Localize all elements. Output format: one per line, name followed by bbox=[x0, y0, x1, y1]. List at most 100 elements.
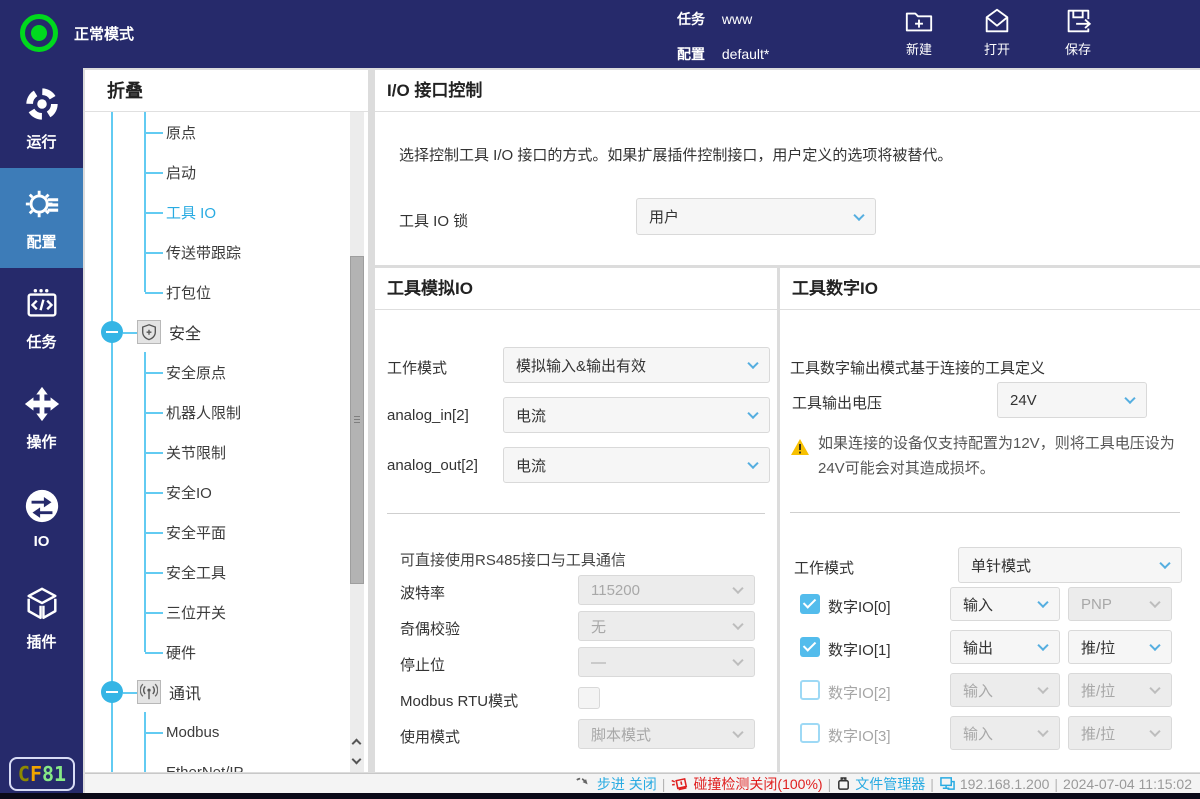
io-swap-icon bbox=[23, 487, 61, 525]
tool-io-lock-label: 工具 IO 锁 bbox=[399, 210, 468, 231]
nav-item-config-label: 配置 bbox=[26, 231, 56, 252]
section-divider bbox=[387, 513, 765, 514]
open-button-label: 打开 bbox=[966, 39, 1028, 58]
tree-group-safety[interactable]: 安全 bbox=[85, 312, 368, 352]
tree-item-joint-limits[interactable]: 关节限制 bbox=[85, 432, 368, 472]
file-manager-link[interactable]: 文件管理器 bbox=[836, 774, 925, 794]
tree-item-safety-planes[interactable]: 安全平面 bbox=[85, 512, 368, 552]
tree-item-origin[interactable]: 原点 bbox=[85, 112, 368, 152]
work-mode-select[interactable]: 模拟输入&输出有效 bbox=[503, 347, 770, 383]
digital-io-1-direction-select[interactable]: 输出 bbox=[950, 630, 1060, 664]
chevron-down-icon bbox=[747, 408, 758, 419]
chevron-down-icon bbox=[732, 583, 743, 594]
save-button[interactable]: 保存 bbox=[1047, 6, 1109, 64]
chevron-up-icon bbox=[352, 739, 362, 749]
step-mode-status[interactable]: 步进 关闭 bbox=[575, 774, 657, 794]
tree-group-communication[interactable]: 通讯 bbox=[85, 672, 368, 712]
shield-icon bbox=[137, 320, 161, 344]
chevron-down-icon bbox=[853, 209, 864, 220]
chevron-down-icon bbox=[732, 655, 743, 666]
digital-work-mode-label: 工作模式 bbox=[794, 557, 854, 578]
chevron-down-icon bbox=[1037, 683, 1048, 694]
digital-io-1-type-select[interactable]: 推/拉 bbox=[1068, 630, 1172, 664]
digital-io-1-label: 数字IO[1] bbox=[828, 639, 891, 660]
digital-io-0-direction-select[interactable]: 输入 bbox=[950, 587, 1060, 621]
digital-io-3-type-select: 推/拉 bbox=[1068, 716, 1172, 750]
new-button[interactable]: 新建 bbox=[888, 6, 950, 64]
tree-item-startup[interactable]: 启动 bbox=[85, 152, 368, 192]
chevron-down-icon bbox=[1037, 640, 1048, 651]
digital-io-3-checkbox[interactable] bbox=[800, 723, 820, 743]
top-bar: 正常模式 任务 www 配置 default* 新建 打开 保存 bbox=[0, 0, 1200, 68]
tool-voltage-select[interactable]: 24V bbox=[997, 382, 1147, 418]
collision-detect-status[interactable]: 碰撞检测关闭(100%) bbox=[670, 774, 822, 794]
task-value: www bbox=[722, 11, 752, 27]
digital-io-2-type-select: 推/拉 bbox=[1068, 673, 1172, 707]
main-nav-sidebar: 运行 配置 任务 操作 IO bbox=[0, 68, 83, 799]
mode-label: 正常模式 bbox=[74, 23, 134, 44]
nav-item-io-label: IO bbox=[34, 533, 50, 550]
nav-item-run-label: 运行 bbox=[26, 131, 56, 152]
nav-item-plugin[interactable]: 插件 bbox=[0, 568, 83, 668]
digital-io-title: 工具数字IO bbox=[780, 268, 1200, 310]
baud-rate-select: 115200 bbox=[578, 575, 755, 605]
task-label: 任务 bbox=[677, 11, 705, 27]
tree-item-safety-io[interactable]: 安全IO bbox=[85, 472, 368, 512]
modbus-rtu-checkbox[interactable] bbox=[578, 687, 600, 709]
plugin-cube-icon bbox=[23, 585, 61, 623]
tree-item-modbus[interactable]: Modbus bbox=[85, 712, 368, 752]
nav-item-run[interactable]: 运行 bbox=[0, 68, 83, 168]
digital-io-0-type-select: PNP bbox=[1068, 587, 1172, 621]
io-control-title: I/O 接口控制 bbox=[375, 70, 1200, 112]
collapse-toggle-icon[interactable] bbox=[101, 321, 123, 343]
scroll-down-button[interactable] bbox=[350, 752, 364, 772]
tree-item-safety-tool[interactable]: 安全工具 bbox=[85, 552, 368, 592]
digital-io-1-checkbox[interactable] bbox=[800, 637, 820, 657]
nav-item-operate[interactable]: 操作 bbox=[0, 368, 83, 468]
analog-io-title: 工具模拟IO bbox=[375, 268, 777, 310]
network-status[interactable]: 192.168.1.200 bbox=[939, 776, 1050, 792]
digital-io-0-checkbox[interactable] bbox=[800, 594, 820, 614]
collapse-header[interactable]: 折叠 bbox=[85, 70, 368, 112]
chevron-down-icon bbox=[1149, 640, 1160, 651]
tree-scrollbar-thumb[interactable] bbox=[350, 256, 364, 584]
tree-item-robot-limits[interactable]: 机器人限制 bbox=[85, 392, 368, 432]
section-divider bbox=[790, 512, 1180, 513]
tree-item-packing[interactable]: 打包位 bbox=[85, 272, 368, 312]
tree-item-safety-home[interactable]: 安全原点 bbox=[85, 352, 368, 392]
digital-io-note: 工具数字输出模式基于连接的工具定义 bbox=[790, 357, 1045, 378]
analog-in-select[interactable]: 电流 bbox=[503, 397, 770, 433]
open-button[interactable]: 打开 bbox=[966, 6, 1028, 64]
tree-scrollbar-track[interactable] bbox=[350, 112, 364, 732]
status-bar: 步进 关闭 | 碰撞检测关闭(100%) | 文件管理器 | 192.168.1… bbox=[85, 773, 1200, 793]
tree-item-conveyor[interactable]: 传送带跟踪 bbox=[85, 232, 368, 272]
digital-io-2-checkbox[interactable] bbox=[800, 680, 820, 700]
tree-item-ethernet-ip[interactable]: EtherNet/IP bbox=[85, 752, 368, 772]
chevron-down-icon bbox=[1037, 726, 1048, 737]
digital-work-mode-select[interactable]: 单针模式 bbox=[958, 547, 1182, 583]
tool-io-lock-select[interactable]: 用户 bbox=[636, 198, 876, 235]
digital-io-2-label: 数字IO[2] bbox=[828, 682, 891, 703]
nav-item-io[interactable]: IO bbox=[0, 468, 83, 568]
new-button-label: 新建 bbox=[888, 39, 950, 58]
tree-item-three-position[interactable]: 三位开关 bbox=[85, 592, 368, 632]
ip-address: 192.168.1.200 bbox=[960, 776, 1050, 792]
config-gear-icon bbox=[23, 185, 61, 223]
chevron-down-icon bbox=[1149, 597, 1160, 608]
analog-out-select[interactable]: 电流 bbox=[503, 447, 770, 483]
tree-item-tool-io[interactable]: 工具 IO bbox=[85, 192, 368, 232]
analog-out-label: analog_out[2] bbox=[387, 457, 478, 474]
tool-voltage-label: 工具输出电压 bbox=[792, 392, 882, 413]
tree-item-hardware[interactable]: 硬件 bbox=[85, 632, 368, 672]
analog-in-label: analog_in[2] bbox=[387, 407, 469, 424]
nav-item-config[interactable]: 配置 bbox=[0, 168, 83, 268]
digital-io-3-direction-select: 输入 bbox=[950, 716, 1060, 750]
config-label: 配置 bbox=[677, 46, 705, 62]
chevron-down-icon bbox=[352, 755, 362, 765]
scroll-up-button[interactable] bbox=[350, 732, 364, 752]
voltage-warning-text: 如果连接的设备仅支持配置为12V，则将工具电压设为24V可能会对其造成损坏。 bbox=[818, 431, 1190, 481]
collapse-toggle-icon[interactable] bbox=[101, 681, 123, 703]
network-icon bbox=[939, 776, 956, 791]
io-control-description: 选择控制工具 I/O 接口的方式。如果扩展插件控制接口，用户定义的选项将被替代。 bbox=[399, 144, 952, 165]
nav-item-task[interactable]: 任务 bbox=[0, 268, 83, 368]
